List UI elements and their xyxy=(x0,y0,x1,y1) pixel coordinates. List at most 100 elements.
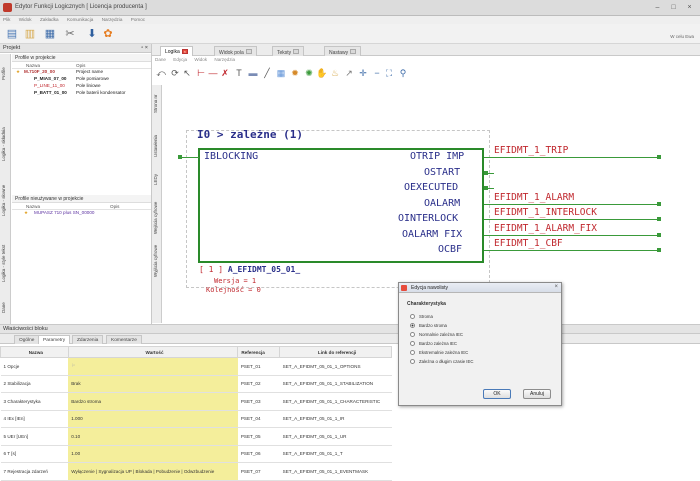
settings-icon[interactable]: ✿ xyxy=(102,28,114,40)
tab-logic[interactable]: Logika × xyxy=(160,46,193,56)
wire-end[interactable] xyxy=(657,202,661,206)
tree-row[interactable]: P_BATT_01_00 Pole baterii kondensator xyxy=(12,90,151,97)
app-icon xyxy=(3,3,12,12)
delete-wire-icon[interactable]: ✗ xyxy=(220,68,230,78)
menu-item[interactable]: Plik xyxy=(3,17,10,22)
menu-item[interactable]: Dane xyxy=(155,57,166,62)
tab-parameters[interactable]: Parametry xyxy=(38,335,71,344)
tree-row[interactable]: P_LINE_11_00 Pole liniowe xyxy=(12,83,151,90)
signal-label[interactable]: EFIDMT_1_TRIP xyxy=(494,145,568,156)
ok-button[interactable]: OK xyxy=(483,389,511,399)
arrow-icon[interactable]: ↗ xyxy=(344,68,354,78)
refresh-icon[interactable]: ⟳ xyxy=(170,68,180,78)
component-icon[interactable]: ✹ xyxy=(290,68,300,78)
wire-end[interactable] xyxy=(657,155,661,159)
signal-label[interactable]: EFIDMT_1_ALARM xyxy=(494,192,574,203)
diagonal-icon[interactable]: ╱ xyxy=(262,68,272,78)
dialog-titlebar: Edycja nawolisty × xyxy=(399,283,561,293)
input-terminal[interactable] xyxy=(178,155,182,159)
table-row[interactable]: 2 Stabilizacja Brak PSET_02 SET_A_EFIDMT_05… xyxy=(0,375,392,393)
signal-label[interactable]: EFIDMT_1_CBF xyxy=(494,238,563,249)
menu-item[interactable]: Zakładka xyxy=(40,17,59,22)
minus-icon[interactable]: − xyxy=(372,68,382,78)
line-icon[interactable]: — xyxy=(208,68,218,78)
select-icon[interactable]: ⤺ xyxy=(156,68,166,78)
tree-row-unused[interactable]: ★ MUPASZ 710 plus SN_00000 xyxy=(12,210,151,217)
tab-settings[interactable]: Nastawy xyxy=(324,46,362,56)
wire-end[interactable] xyxy=(657,217,661,221)
table-row[interactable]: 6 T [s] 1.00 PSET_06 SET_A_EFIDMT_05_01_1_T xyxy=(0,445,392,463)
save-icon[interactable]: ▦ xyxy=(44,28,56,40)
menu-item[interactable]: Edycja xyxy=(173,57,187,62)
minimize-icon[interactable]: – xyxy=(652,3,663,12)
signal-label[interactable]: EFIDMT_1_INTERLOCK xyxy=(494,207,597,218)
new-file-icon[interactable]: ▤ xyxy=(6,28,18,40)
pointer-icon[interactable]: ↖ xyxy=(182,68,192,78)
output-terminal[interactable] xyxy=(484,186,488,190)
radio-icon xyxy=(410,341,415,347)
fit-icon[interactable]: ⛶ xyxy=(384,68,394,78)
tab-texts[interactable]: Teksty xyxy=(272,46,305,56)
close-icon[interactable]: × xyxy=(684,3,695,12)
move-icon[interactable]: ✛ xyxy=(358,68,368,78)
vtab-logic-syntax[interactable]: Logika - składnia xyxy=(1,118,10,170)
output-terminal[interactable] xyxy=(484,171,488,175)
menu-item[interactable]: Pomoc xyxy=(131,17,145,22)
tab-field-view[interactable]: Widok pola xyxy=(214,46,257,56)
wire-end[interactable] xyxy=(657,248,661,252)
menu-item[interactable]: Narzędzia xyxy=(102,17,123,22)
table-row[interactable]: 5 UEr [UEn] 0.10 PSET_05 SET_A_EFIDMT_05_01… xyxy=(0,427,392,446)
inner-tab[interactable]: Wyjścia cyfrowe xyxy=(153,243,162,279)
vtab-data[interactable]: Dane xyxy=(1,298,10,318)
tab-events[interactable]: Zdarzenia xyxy=(72,335,104,344)
properties-title: Właściwości bloku xyxy=(0,325,700,334)
table-row[interactable]: 7 Rejestracja zdarzeń Wyłączenie | Sygnal… xyxy=(0,462,392,481)
gear-icon[interactable]: ✺ xyxy=(304,68,314,78)
menu-item[interactable]: Komunikacja xyxy=(67,17,93,22)
hand-icon[interactable]: ✋ xyxy=(316,68,327,78)
dialog-icon xyxy=(401,285,407,291)
tab-general[interactable]: Ogólne xyxy=(14,335,40,344)
grid-icon[interactable]: ▦ xyxy=(276,68,286,78)
radio-option[interactable]: Normalnie zależna IEC xyxy=(410,330,561,339)
radio-option[interactable]: Stroma xyxy=(410,312,561,321)
close-icon[interactable]: × xyxy=(554,284,558,290)
menu-item[interactable]: Narzędzia xyxy=(214,57,235,62)
wire-icon[interactable]: ⊢ xyxy=(196,68,206,78)
text-icon[interactable]: T xyxy=(234,68,244,78)
vtab-profile[interactable]: Profile xyxy=(1,58,10,90)
dialog-group-label: Charakterystyka xyxy=(407,301,446,307)
inner-tab[interactable]: LEDy xyxy=(153,169,162,189)
radio-option[interactable]: Ekstremalnie zależna IEC xyxy=(410,348,561,357)
menu-item[interactable]: Widok xyxy=(19,17,32,22)
tree-columns: Nazwa Opis xyxy=(12,62,151,69)
wire-end[interactable] xyxy=(657,233,661,237)
maximize-icon[interactable]: □ xyxy=(668,3,679,12)
radio-option[interactable]: Bardzo stroma xyxy=(410,321,561,330)
vtab-logic-text[interactable]: Logika - style tekst xyxy=(1,232,10,294)
table-row[interactable]: 4 IEx [IEn] 1.000 PSET_04 SET_A_EFIDMT_05_0… xyxy=(0,410,392,428)
inner-tab[interactable]: Strona nr xyxy=(153,89,162,119)
profile-tree: Profile w projekcie Nazwa Opis ★ M.710F_… xyxy=(12,54,151,217)
tree-row[interactable]: P_MIAS_07_00 Pole pomiarowe xyxy=(12,76,151,83)
zoom-icon[interactable]: ⚲ xyxy=(398,68,408,78)
cancel-button[interactable]: Anuluj xyxy=(523,389,551,399)
table-row[interactable]: 3 Charakterystyka Bardzo stroma PSET_03 SET… xyxy=(0,392,392,411)
inner-tab[interactable]: Ustawienia xyxy=(153,133,162,159)
table-row[interactable]: 1 Opcje ⚐ PSET_01 SET_A_EFIDMT_05_01_1_OPT… xyxy=(0,357,392,376)
tools-icon[interactable]: ✂ xyxy=(64,28,76,40)
radio-option[interactable]: Zależna o długim czasie IEC xyxy=(410,357,561,366)
rectangle-icon[interactable]: ▬ xyxy=(248,68,258,78)
tree-row[interactable]: ★ M.710F_20_00 Project name xyxy=(12,69,151,76)
tab-comments[interactable]: Komentarze xyxy=(106,335,142,344)
bulb-icon[interactable]: ♨ xyxy=(330,68,340,78)
menu-item[interactable]: Widok xyxy=(194,57,207,62)
instance-label: [ 1 ] A_EFIDMT_05_01_ xyxy=(199,265,301,274)
open-folder-icon[interactable]: ▥ xyxy=(24,28,36,40)
signal-label[interactable]: EFIDMT_1_ALARM_FIX xyxy=(494,223,597,234)
inner-tab[interactable]: Wejścia cyfrowe xyxy=(153,199,162,237)
vtab-logic-words[interactable]: Logika - słowne xyxy=(1,174,10,226)
download-icon[interactable]: ⬇ xyxy=(86,28,98,40)
radio-option[interactable]: Bardzo zależna IEC xyxy=(410,339,561,348)
section-used-profiles: Profile w projekcie xyxy=(12,54,151,62)
